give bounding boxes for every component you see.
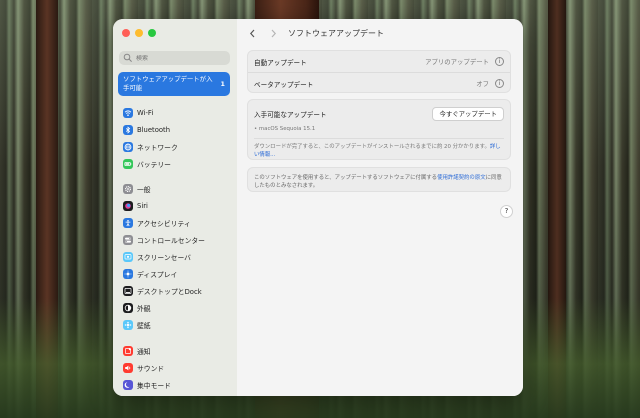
dock-icon [123,285,133,296]
search-field[interactable] [119,51,230,65]
sidebar-item-label: Siri [137,201,148,210]
sidebar-group-notifications: 通知 サウンド 集中モード [113,342,237,393]
content-pane: ソフトウェアアップデート 自動アップデート アプリのアップデート i ベータアッ… [237,19,523,396]
update-version: • macOS Sequoia 15.1 [254,126,316,132]
sidebar-item-appearance[interactable]: 外観 [113,299,237,316]
sidebar-item-accessibility[interactable]: アクセシビリティ [113,214,237,231]
beta-update-info-button[interactable]: i [495,79,504,88]
license-group: このソフトウェアを使用すると、アップデートするソフトウェアに付属する使用許諾契約… [247,167,511,192]
sidebar-item-label: 外観 [137,304,151,313]
speaker-icon [123,362,133,373]
sidebar-item-bluetooth[interactable]: Bluetooth [113,121,237,138]
sidebar-item-label: Wi-Fi [137,108,154,117]
battery-icon [123,158,133,169]
sidebar-item-label: 通知 [137,347,151,356]
auto-update-info-button[interactable]: i [495,57,504,66]
sidebar-item-focus[interactable]: 集中モード [113,376,237,393]
sidebar-item-desktop-dock[interactable]: デスクトップとDock [113,282,237,299]
update-now-button[interactable]: 今すぐアップデート [432,107,504,121]
divider [254,138,504,139]
auto-update-label: 自動アップデート [254,58,307,67]
screensaver-icon [123,251,133,262]
window-controls [122,29,156,37]
sidebar-item-battery[interactable]: バッテリー [113,155,237,172]
sidebar-group-connectivity: Wi-Fi Bluetooth ネットワーク バッテリー [113,104,237,172]
sidebar-item-wallpaper[interactable]: 壁紙 [113,316,237,333]
sidebar-item-label: コントロールセンター [137,236,205,245]
sidebar-item-label: ネットワーク [137,143,178,152]
search-input[interactable] [133,54,226,62]
license-link[interactable]: 使用許諾契約の原文 [437,175,486,181]
sidebar-item-notifications[interactable]: 通知 [113,342,237,359]
license-prefix: このソフトウェアを使用すると、アップデートするソフトウェアに付属する [254,175,438,181]
sidebar-item-control-center[interactable]: コントロールセンター [113,231,237,248]
gear-icon [123,183,133,194]
globe-icon [123,141,133,152]
sidebar-item-label: 壁紙 [137,321,151,330]
appearance-icon [123,302,133,313]
available-updates-group: 入手可能なアップデート 今すぐアップデート • macOS Sequoia 15… [247,99,511,160]
sidebar-item-label: アクセシビリティ [137,219,191,228]
beta-update-row: ベータアップデート オフ i [248,72,510,94]
back-button[interactable] [245,26,259,40]
sidebar-item-siri[interactable]: Siri [113,197,237,214]
update-count-badge: 1 [220,80,225,88]
info-icon: i [498,58,501,65]
display-icon [123,268,133,279]
minimize-button[interactable] [135,29,143,37]
sidebar-item-screensaver[interactable]: スクリーンセーバ [113,248,237,265]
info-icon: i [498,80,501,87]
sidebar-item-label: Bluetooth [137,125,170,134]
moon-icon [123,379,133,390]
software-update-label: ソフトウェアアップデートが入手可能 [123,75,213,92]
wallpaper-icon [123,319,133,330]
sidebar-item-network[interactable]: ネットワーク [113,138,237,155]
zoom-button[interactable] [148,29,156,37]
help-button[interactable]: ? [500,205,513,218]
chevron-left-icon [249,29,254,37]
chevron-right-icon [271,29,276,37]
sidebar-item-label: スクリーンセーバ [137,253,191,262]
update-settings-group: 自動アップデート アプリのアップデート i ベータアップデート オフ i [247,50,511,93]
toolbar: ソフトウェアアップデート [237,19,523,47]
sidebar-item-general[interactable]: 一般 [113,180,237,197]
sidebar-item-display[interactable]: ディスプレイ [113,265,237,282]
download-note-text: ダウンロードが完了すると、このアップデートがインストールされるまでに約 20 分… [254,144,490,150]
sidebar-item-label: バッテリー [137,160,171,169]
sidebar: ソフトウェアアップデートが入手可能 1 Wi-Fi Bluetooth ネ [113,19,238,396]
auto-update-value: アプリのアップデート [425,58,489,66]
beta-update-label: ベータアップデート [254,80,314,89]
settings-window: ソフトウェアアップデートが入手可能 1 Wi-Fi Bluetooth ネ [113,19,523,396]
sidebar-item-label: 一般 [137,185,151,194]
sidebar-item-software-update[interactable]: ソフトウェアアップデートが入手可能 1 [118,72,230,96]
close-button[interactable] [122,29,130,37]
auto-update-row: 自動アップデート アプリのアップデート i [248,51,510,72]
sidebar-item-sound[interactable]: サウンド [113,359,237,376]
sidebar-item-label: サウンド [137,364,165,373]
search-icon [123,53,132,62]
available-updates-title: 入手可能なアップデート [254,111,327,119]
beta-update-value: オフ [476,80,489,88]
control-center-icon [123,234,133,245]
page-title: ソフトウェアアップデート [288,28,384,38]
license-text: このソフトウェアを使用すると、アップデートするソフトウェアに付属する使用許諾契約… [254,174,506,190]
accessibility-icon [123,217,133,228]
siri-icon [123,200,133,211]
wifi-icon [123,107,133,118]
download-note: ダウンロードが完了すると、このアップデートがインストールされるまでに約 20 分… [254,143,504,159]
sidebar-item-label: ディスプレイ [137,270,178,279]
forward-button[interactable] [266,26,280,40]
sidebar-item-wifi[interactable]: Wi-Fi [113,104,237,121]
sidebar-item-label: 集中モード [137,381,171,390]
sidebar-group-system: 一般 Siri アクセシビリティ コントロールセンター スクリーンセーバ ディス… [113,180,237,333]
sidebar-item-label: デスクトップとDock [137,287,202,296]
bluetooth-icon [123,124,133,135]
bell-icon [123,345,133,356]
